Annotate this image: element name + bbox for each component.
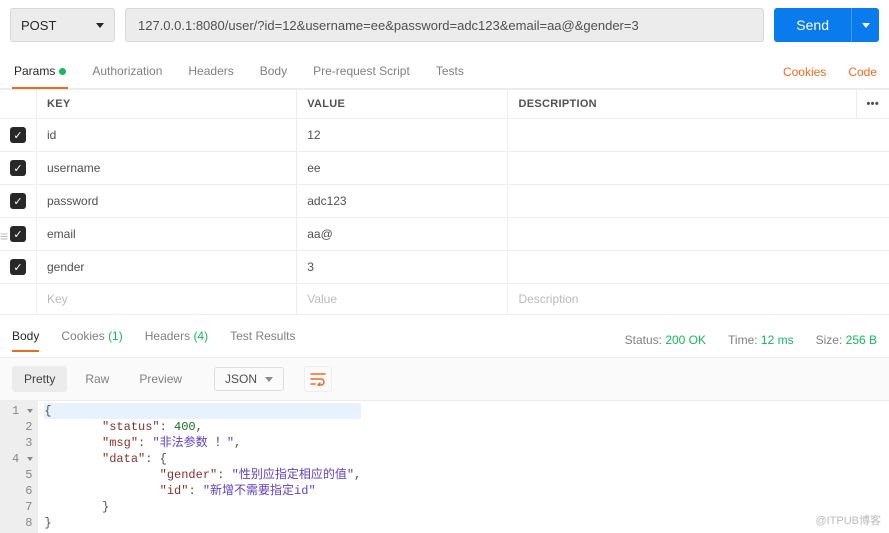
param-value-cell[interactable]: aa@ bbox=[297, 218, 508, 251]
row-checkbox[interactable]: ✓ bbox=[10, 259, 26, 275]
response-tab-headers[interactable]: Headers (4) bbox=[145, 329, 208, 351]
response-tab-body[interactable]: Body bbox=[12, 329, 39, 351]
param-desc-cell[interactable] bbox=[508, 119, 889, 152]
param-desc-cell[interactable] bbox=[508, 218, 889, 251]
params-table: KEY VALUE DESCRIPTION ••• ✓ id 12 ✓ user… bbox=[0, 89, 889, 315]
tab-prerequest[interactable]: Pre-request Script bbox=[311, 56, 412, 88]
response-time: Time: 12 ms bbox=[728, 333, 794, 347]
row-checkbox[interactable]: ✓ bbox=[10, 226, 26, 242]
param-key-cell[interactable]: password bbox=[37, 185, 297, 218]
param-key-cell[interactable]: gender bbox=[37, 251, 297, 284]
param-desc-cell[interactable] bbox=[508, 152, 889, 185]
param-key-cell[interactable]: id bbox=[37, 119, 297, 152]
param-desc-cell[interactable] bbox=[508, 251, 889, 284]
send-dropdown-button[interactable] bbox=[851, 8, 879, 42]
view-raw[interactable]: Raw bbox=[73, 366, 121, 392]
response-tab-cookies[interactable]: Cookies (1) bbox=[61, 329, 122, 351]
response-status: Status: 200 OK bbox=[625, 333, 706, 347]
cookies-link[interactable]: Cookies bbox=[783, 65, 826, 79]
code-link[interactable]: Code bbox=[848, 65, 877, 79]
chevron-down-icon bbox=[862, 23, 870, 28]
send-button[interactable]: Send bbox=[774, 8, 851, 42]
param-value-cell[interactable]: 3 bbox=[297, 251, 508, 284]
param-desc-placeholder[interactable]: Description bbox=[508, 284, 889, 315]
col-key: KEY bbox=[37, 90, 297, 119]
param-key-placeholder[interactable]: Key bbox=[37, 284, 297, 315]
tab-authorization[interactable]: Authorization bbox=[90, 56, 164, 88]
wrap-lines-icon[interactable] bbox=[304, 366, 332, 392]
param-key-cell[interactable]: username bbox=[37, 152, 297, 185]
method-value: POST bbox=[21, 18, 56, 33]
response-body-editor[interactable]: 1 234 5678 { "status": 400, "msg": "非法参数… bbox=[0, 401, 889, 533]
param-value-cell[interactable]: adc123 bbox=[297, 185, 508, 218]
view-pretty[interactable]: Pretty bbox=[12, 366, 67, 392]
method-select[interactable]: POST bbox=[10, 8, 115, 42]
bulk-edit-icon[interactable]: ••• bbox=[856, 90, 889, 119]
format-select[interactable]: JSON bbox=[214, 367, 284, 391]
tab-body[interactable]: Body bbox=[258, 56, 289, 88]
param-key-cell[interactable]: email bbox=[37, 218, 297, 251]
watermark: @ITPUB博客 bbox=[815, 512, 881, 528]
chevron-down-icon bbox=[265, 377, 273, 382]
row-checkbox[interactable]: ✓ bbox=[10, 193, 26, 209]
col-value: VALUE bbox=[297, 90, 508, 119]
param-value-placeholder[interactable]: Value bbox=[297, 284, 508, 315]
row-checkbox[interactable]: ✓ bbox=[10, 160, 26, 176]
tab-headers[interactable]: Headers bbox=[186, 56, 235, 88]
param-value-cell[interactable]: ee bbox=[297, 152, 508, 185]
tab-tests[interactable]: Tests bbox=[434, 56, 466, 88]
col-desc: DESCRIPTION bbox=[508, 90, 856, 119]
param-value-cell[interactable]: 12 bbox=[297, 119, 508, 152]
param-desc-cell[interactable] bbox=[508, 185, 889, 218]
row-checkbox[interactable]: ✓ bbox=[10, 127, 26, 143]
chevron-down-icon bbox=[96, 23, 104, 28]
response-tab-tests[interactable]: Test Results bbox=[230, 329, 295, 351]
url-input[interactable] bbox=[125, 8, 764, 42]
response-size: Size: 256 B bbox=[816, 333, 877, 347]
view-preview[interactable]: Preview bbox=[127, 366, 194, 392]
status-dot-icon bbox=[59, 68, 66, 75]
tab-params[interactable]: Params bbox=[12, 56, 68, 88]
